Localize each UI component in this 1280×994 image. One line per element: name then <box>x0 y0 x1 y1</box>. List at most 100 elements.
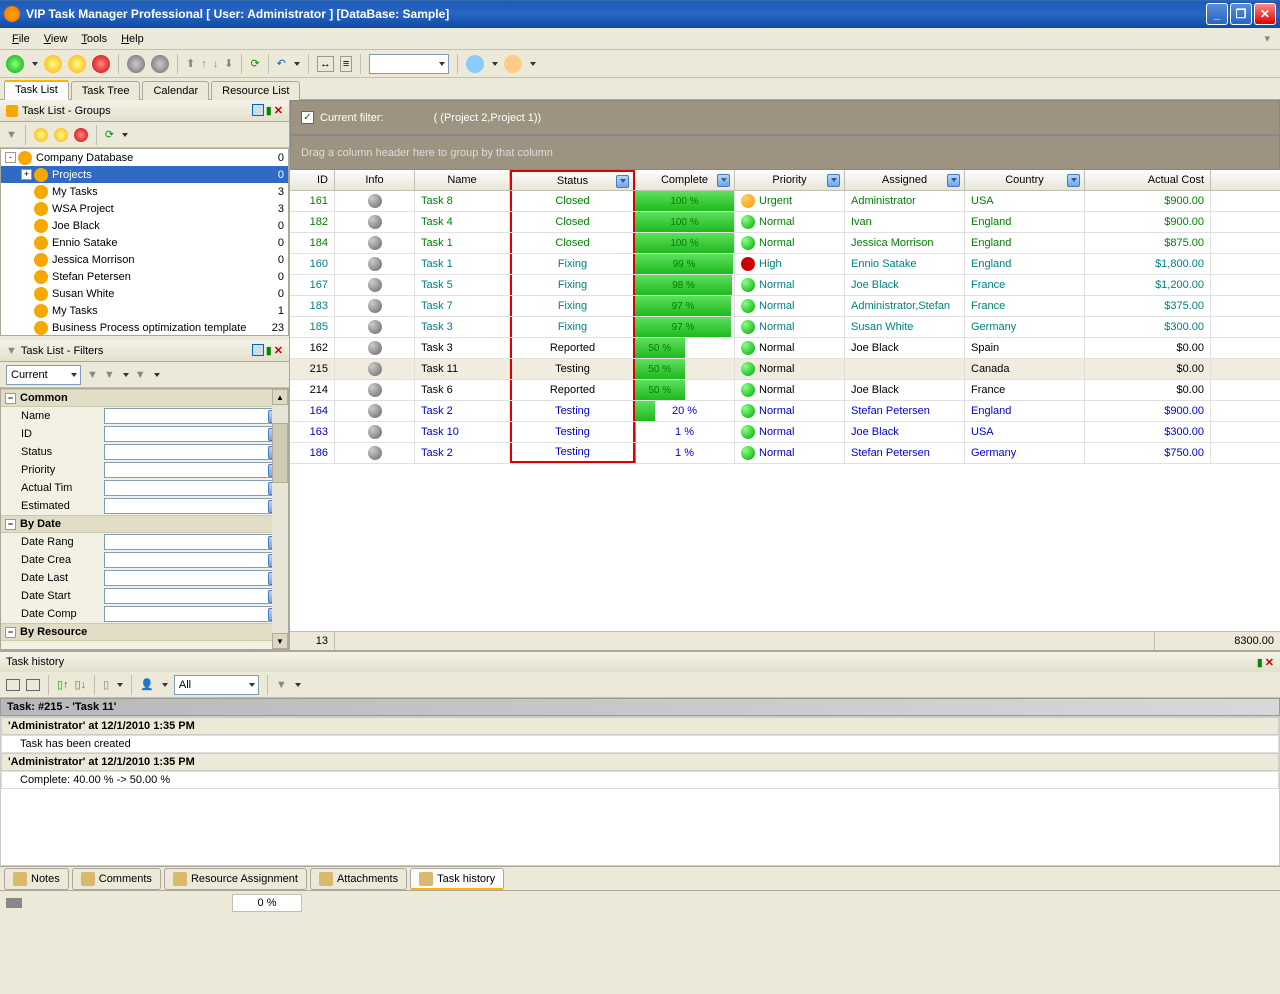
print-icon[interactable] <box>6 679 20 691</box>
table-row[interactable]: 167Task 5Fixing98 %NormalJoe BlackFrance… <box>290 275 1280 296</box>
filter-chevron-icon[interactable] <box>616 175 629 188</box>
menu-view[interactable]: View <box>38 31 74 47</box>
pin-icon2[interactable]: ▮ <box>266 344 272 357</box>
history-combo[interactable]: All <box>174 675 259 695</box>
toolbar-btn-3[interactable] <box>68 55 86 73</box>
toolbar-btn-6[interactable] <box>151 55 169 73</box>
column-header-priority[interactable]: Priority <box>735 170 845 190</box>
filter-row[interactable]: Date Comp <box>1 605 288 623</box>
filter-group-header[interactable]: −By Resource <box>1 623 288 641</box>
table-row[interactable]: 184Task 1Closed100 %NormalJessica Morris… <box>290 233 1280 254</box>
funnel-minus-icon[interactable]: ▼ <box>104 369 115 381</box>
filter-row[interactable]: Date Rang <box>1 533 288 551</box>
filter-current-combo[interactable]: Current <box>6 365 81 385</box>
filter-row[interactable]: ID <box>1 425 288 443</box>
mode-btn-2[interactable]: ≡ <box>340 56 352 72</box>
toolbar-combo[interactable] <box>369 54 449 74</box>
table-row[interactable]: 214Task 6Reported50 %NormalJoe BlackFran… <box>290 380 1280 401</box>
tree-node[interactable]: Susan White0 <box>1 285 288 302</box>
filter-list[interactable]: −CommonNameIDStatusPriorityActual TimEst… <box>0 388 289 650</box>
tree-node[interactable]: Business Process optimization template23 <box>1 319 288 336</box>
copy-icon[interactable]: ▯ <box>103 678 109 691</box>
filter-group-header[interactable]: −By Date <box>1 515 288 533</box>
column-header-info[interactable]: Info <box>335 170 415 190</box>
menu-file[interactable]: File <box>6 31 36 47</box>
close-button[interactable]: ✕ <box>1254 3 1276 25</box>
filter-row[interactable]: Priority <box>1 461 288 479</box>
filter-combo[interactable] <box>104 426 284 442</box>
tb-grp-1[interactable] <box>34 128 48 142</box>
pin-icon3[interactable]: ▮ <box>1257 656 1263 669</box>
toolbar-btn-7[interactable] <box>466 55 484 73</box>
tab-calendar[interactable]: Calendar <box>142 81 209 100</box>
funnel-icon2[interactable]: ▼ <box>87 369 98 381</box>
filter-row[interactable]: Name <box>1 407 288 425</box>
panel-close-icon[interactable]: ✕ <box>274 104 283 117</box>
filter-combo[interactable] <box>104 408 284 424</box>
table-row[interactable]: 161Task 8Closed100 %UrgentAdministratorU… <box>290 191 1280 212</box>
filter-row[interactable]: Status <box>1 443 288 461</box>
arrow-up2-icon[interactable]: ↑ <box>201 58 207 70</box>
tree-node[interactable]: +Projects0 <box>1 166 288 183</box>
tab-task-tree[interactable]: Task Tree <box>71 81 141 100</box>
pin-icon[interactable]: ▮ <box>266 104 272 117</box>
funnel-icon3[interactable]: ▼ <box>276 679 287 691</box>
task-grid[interactable]: IDInfoNameStatusComplete▽PriorityAssigne… <box>290 170 1280 631</box>
arrow-up-icon[interactable]: ⬆ <box>186 57 195 70</box>
tree-expand-icon[interactable]: - <box>5 152 16 163</box>
bottom-tab-notes[interactable]: Notes <box>4 868 69 890</box>
user-icon[interactable]: 👤 <box>140 678 154 691</box>
table-row[interactable]: 186Task 2Testing1 %NormalStefan Petersen… <box>290 443 1280 464</box>
table-row[interactable]: 162Task 3Reported50 %NormalJoe BlackSpai… <box>290 338 1280 359</box>
filter-row[interactable]: Actual Tim <box>1 479 288 497</box>
panel-close-icon2[interactable]: ✕ <box>274 344 283 357</box>
arrow-down-icon[interactable]: ↓ <box>213 58 219 70</box>
filter-chevron-icon[interactable] <box>1067 174 1080 187</box>
table-row[interactable]: 215Task 11Testing50 %NormalCanada$0.00 <box>290 359 1280 380</box>
filter-row[interactable]: Date Last <box>1 569 288 587</box>
tab-resource-list[interactable]: Resource List <box>211 81 300 100</box>
panel-btn2[interactable] <box>252 344 264 356</box>
tree-node[interactable]: Stefan Petersen0 <box>1 268 288 285</box>
sort-asc-icon[interactable]: ▯↑ <box>57 678 69 691</box>
filter-combo[interactable] <box>104 462 284 478</box>
refresh-icon[interactable]: ⟳ <box>250 57 259 70</box>
menu-expand-icon[interactable]: ▾ <box>1260 32 1274 45</box>
panel-close-icon3[interactable]: ✕ <box>1265 656 1274 669</box>
toolbar-btn-8[interactable] <box>504 55 522 73</box>
column-header-name[interactable]: Name <box>415 170 510 190</box>
minimize-button[interactable]: _ <box>1206 3 1228 25</box>
column-header-status[interactable]: Status <box>510 170 635 190</box>
filter-row[interactable]: Date Crea <box>1 551 288 569</box>
column-header-id[interactable]: ID <box>290 170 335 190</box>
tb-grp-3[interactable] <box>74 128 88 142</box>
tree-node[interactable]: Joe Black0 <box>1 217 288 234</box>
menu-help[interactable]: Help <box>115 31 150 47</box>
panel-btn[interactable] <box>252 104 264 116</box>
tree-node[interactable]: My Tasks3 <box>1 183 288 200</box>
filter-combo[interactable] <box>104 444 284 460</box>
print-preview-icon[interactable] <box>26 679 40 691</box>
column-header-assigned[interactable]: Assigned <box>845 170 965 190</box>
column-header-country[interactable]: Country <box>965 170 1085 190</box>
mode-btn-1[interactable]: ↔ <box>317 56 334 72</box>
bottom-tab-attachments[interactable]: Attachments <box>310 868 407 890</box>
tree-node[interactable]: Jessica Morrison0 <box>1 251 288 268</box>
filter-combo[interactable] <box>104 588 284 604</box>
bottom-tab-resource-assignment[interactable]: Resource Assignment <box>164 868 307 890</box>
table-row[interactable]: 160Task 1Fixing99 %HighEnnio SatakeEngla… <box>290 254 1280 275</box>
column-header-actual-cost[interactable]: Actual Cost <box>1085 170 1211 190</box>
filter-combo[interactable] <box>104 606 284 622</box>
arrow-down2-icon[interactable]: ⬇ <box>224 57 233 70</box>
undo-icon[interactable]: ↶ <box>277 57 286 70</box>
tree-node[interactable]: My Tasks1 <box>1 302 288 319</box>
maximize-button[interactable]: ❐ <box>1230 3 1252 25</box>
tab-task-list[interactable]: Task List <box>4 80 69 100</box>
history-body[interactable]: 'Administrator' at 12/1/2010 1:35 PMTask… <box>0 716 1280 866</box>
table-row[interactable]: 182Task 4Closed100 %NormalIvanEngland$90… <box>290 212 1280 233</box>
menu-tools[interactable]: Tools <box>75 31 113 47</box>
toolbar-btn-1[interactable] <box>6 55 24 73</box>
scrollbar[interactable]: ▲ ▼ <box>272 389 288 649</box>
filter-row[interactable]: Date Start <box>1 587 288 605</box>
filter-combo[interactable] <box>104 480 284 496</box>
